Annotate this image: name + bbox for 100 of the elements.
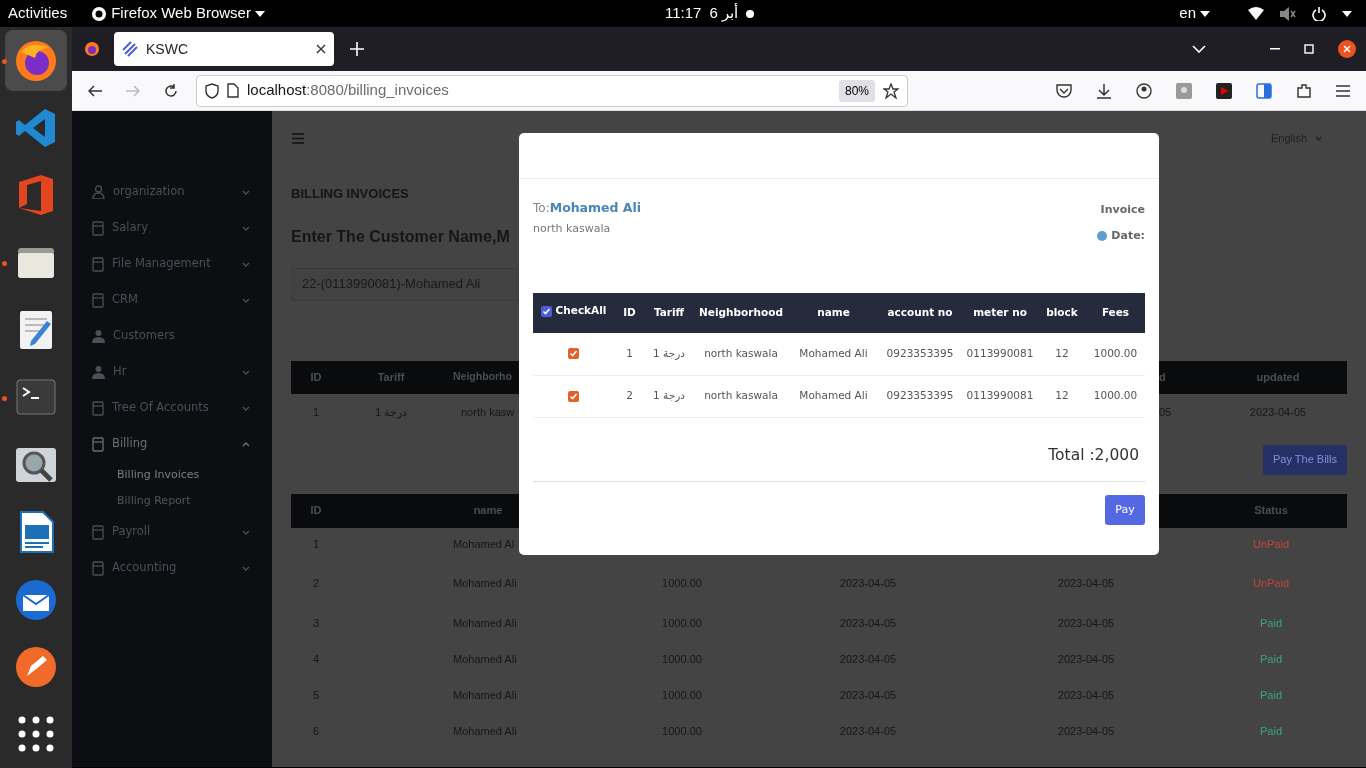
caret-icon <box>254 10 265 17</box>
page-icon <box>92 256 104 272</box>
extension-icon[interactable] <box>1176 82 1192 99</box>
browser-icon[interactable] <box>84 41 100 57</box>
status-text: Paid <box>1259 688 1283 704</box>
back-icon[interactable] <box>88 84 102 97</box>
download-icon[interactable] <box>1096 82 1112 99</box>
column-header: Neighborhood <box>699 306 783 319</box>
puzzle-icon[interactable] <box>1296 82 1312 99</box>
sidebar-item[interactable]: Billing <box>72 426 272 462</box>
sidebar-item[interactable]: Salary <box>72 210 272 246</box>
minimize-icon[interactable] <box>1270 48 1280 50</box>
checkbox[interactable] <box>568 390 579 402</box>
sidebar-icon[interactable] <box>1256 82 1272 99</box>
zoom-level-button[interactable]: 80% <box>838 79 875 102</box>
volume-icon[interactable] <box>1280 6 1296 21</box>
table-cell: 1 <box>626 346 633 359</box>
page-icon <box>92 524 104 540</box>
table-cell: 12 <box>1055 346 1069 359</box>
table-cell: north kaswala <box>704 346 778 359</box>
browser-tab[interactable]: KSWC <box>114 32 334 66</box>
table-cell: درجة 1 <box>653 389 685 402</box>
sidebar-item[interactable]: Payroll <box>72 514 272 550</box>
account-icon[interactable] <box>1136 82 1152 99</box>
column-header: name <box>472 503 504 519</box>
column-header: ID <box>623 306 636 319</box>
status-text: Paid <box>1259 652 1283 668</box>
column-header: Neighborho <box>452 369 513 385</box>
sidebar-item[interactable]: organization <box>72 174 272 210</box>
sidebar-item[interactable]: Hr <box>72 354 272 390</box>
power-icon[interactable] <box>1312 6 1326 21</box>
sidebar-item[interactable]: Tree Of Accounts <box>72 390 272 426</box>
activities-button[interactable]: Activities <box>8 2 68 25</box>
sidebar-subitem[interactable]: Billing Invoices <box>72 462 272 488</box>
table-cell: 2 <box>626 389 633 402</box>
reload-icon[interactable] <box>164 83 178 98</box>
wifi-icon[interactable] <box>1248 7 1264 20</box>
pay-bills-button[interactable]: Pay The Bills <box>1263 444 1347 475</box>
status-text: Paid <box>1259 616 1283 632</box>
column-header: d <box>1159 369 1167 385</box>
page-icon <box>92 292 104 308</box>
chevron-down-icon <box>1315 136 1322 141</box>
column-header: ID <box>309 369 323 385</box>
column-header: Status <box>1253 503 1289 519</box>
shield-icon <box>205 82 219 99</box>
sidebar-item[interactable]: Accounting <box>72 550 272 586</box>
column-header: updated <box>1255 369 1301 385</box>
column-header: Tariff <box>376 369 406 385</box>
table-cell: Mohamed Ali <box>799 346 868 359</box>
close-icon[interactable] <box>316 44 326 54</box>
close-icon[interactable] <box>1338 40 1356 58</box>
person-icon <box>92 329 105 343</box>
pocket-icon[interactable] <box>1056 83 1072 98</box>
table-cell: 0923353395 <box>886 389 954 402</box>
checkbox[interactable] <box>540 305 552 317</box>
table-cell: 0113990081 <box>966 346 1034 359</box>
status-text: Paid <box>1259 724 1283 740</box>
customer-name: Mohamed Ali <box>549 199 642 217</box>
status-text: UnPaid <box>1251 536 1291 552</box>
invoice-label: Invoice <box>1100 202 1145 218</box>
page-icon <box>92 220 104 236</box>
chevron-down-icon[interactable] <box>1192 45 1206 53</box>
column-header: name <box>817 306 850 319</box>
table-cell: Mohamed Ali <box>799 389 868 402</box>
browser-icon <box>91 5 108 22</box>
stripes-icon <box>122 41 138 57</box>
table-cell: درجة 1 <box>653 346 685 359</box>
sidebar-subitem[interactable]: Billing Report <box>72 488 272 514</box>
maximize-icon[interactable] <box>1304 44 1314 54</box>
page-icon <box>92 560 104 576</box>
new-tab-icon[interactable] <box>350 42 364 56</box>
column-header: meter no <box>973 306 1027 319</box>
column-header: ID <box>309 503 323 519</box>
sidebar-item[interactable]: CRM <box>72 282 272 318</box>
column-header: Fees <box>1101 306 1130 319</box>
bullet-icon <box>1097 230 1108 241</box>
star-icon[interactable] <box>883 82 899 99</box>
table-cell: 0113990081 <box>966 389 1034 402</box>
app-menu[interactable]: Firefox Web Browser <box>91 2 265 25</box>
user-icon <box>92 185 105 199</box>
checkbox[interactable] <box>568 348 579 360</box>
status-text: UnPaid <box>1251 575 1291 591</box>
column-header: Tariff <box>653 306 685 319</box>
page-icon <box>92 400 104 416</box>
pay-button[interactable]: Pay <box>1105 494 1145 525</box>
caret-icon[interactable] <box>1342 10 1352 17</box>
sidebar-item[interactable]: File Management <box>72 246 272 282</box>
page-icon <box>92 436 104 452</box>
notification-dot-icon <box>745 9 754 18</box>
keyboard-menu[interactable]: en <box>1179 2 1210 25</box>
menu-icon[interactable] <box>1336 84 1350 97</box>
date-label: Date: <box>1111 227 1145 244</box>
url-field[interactable]: localhost:8080/billing_invoices 80% <box>196 74 908 107</box>
column-header: account no <box>887 306 953 319</box>
caret-icon <box>1200 10 1210 17</box>
to-label: To: <box>533 200 550 217</box>
column-header: CheckAll <box>555 303 607 319</box>
play-icon[interactable] <box>1216 82 1232 99</box>
customer-address: north kaswala <box>533 220 612 237</box>
sidebar-item[interactable]: Customers <box>72 318 272 354</box>
